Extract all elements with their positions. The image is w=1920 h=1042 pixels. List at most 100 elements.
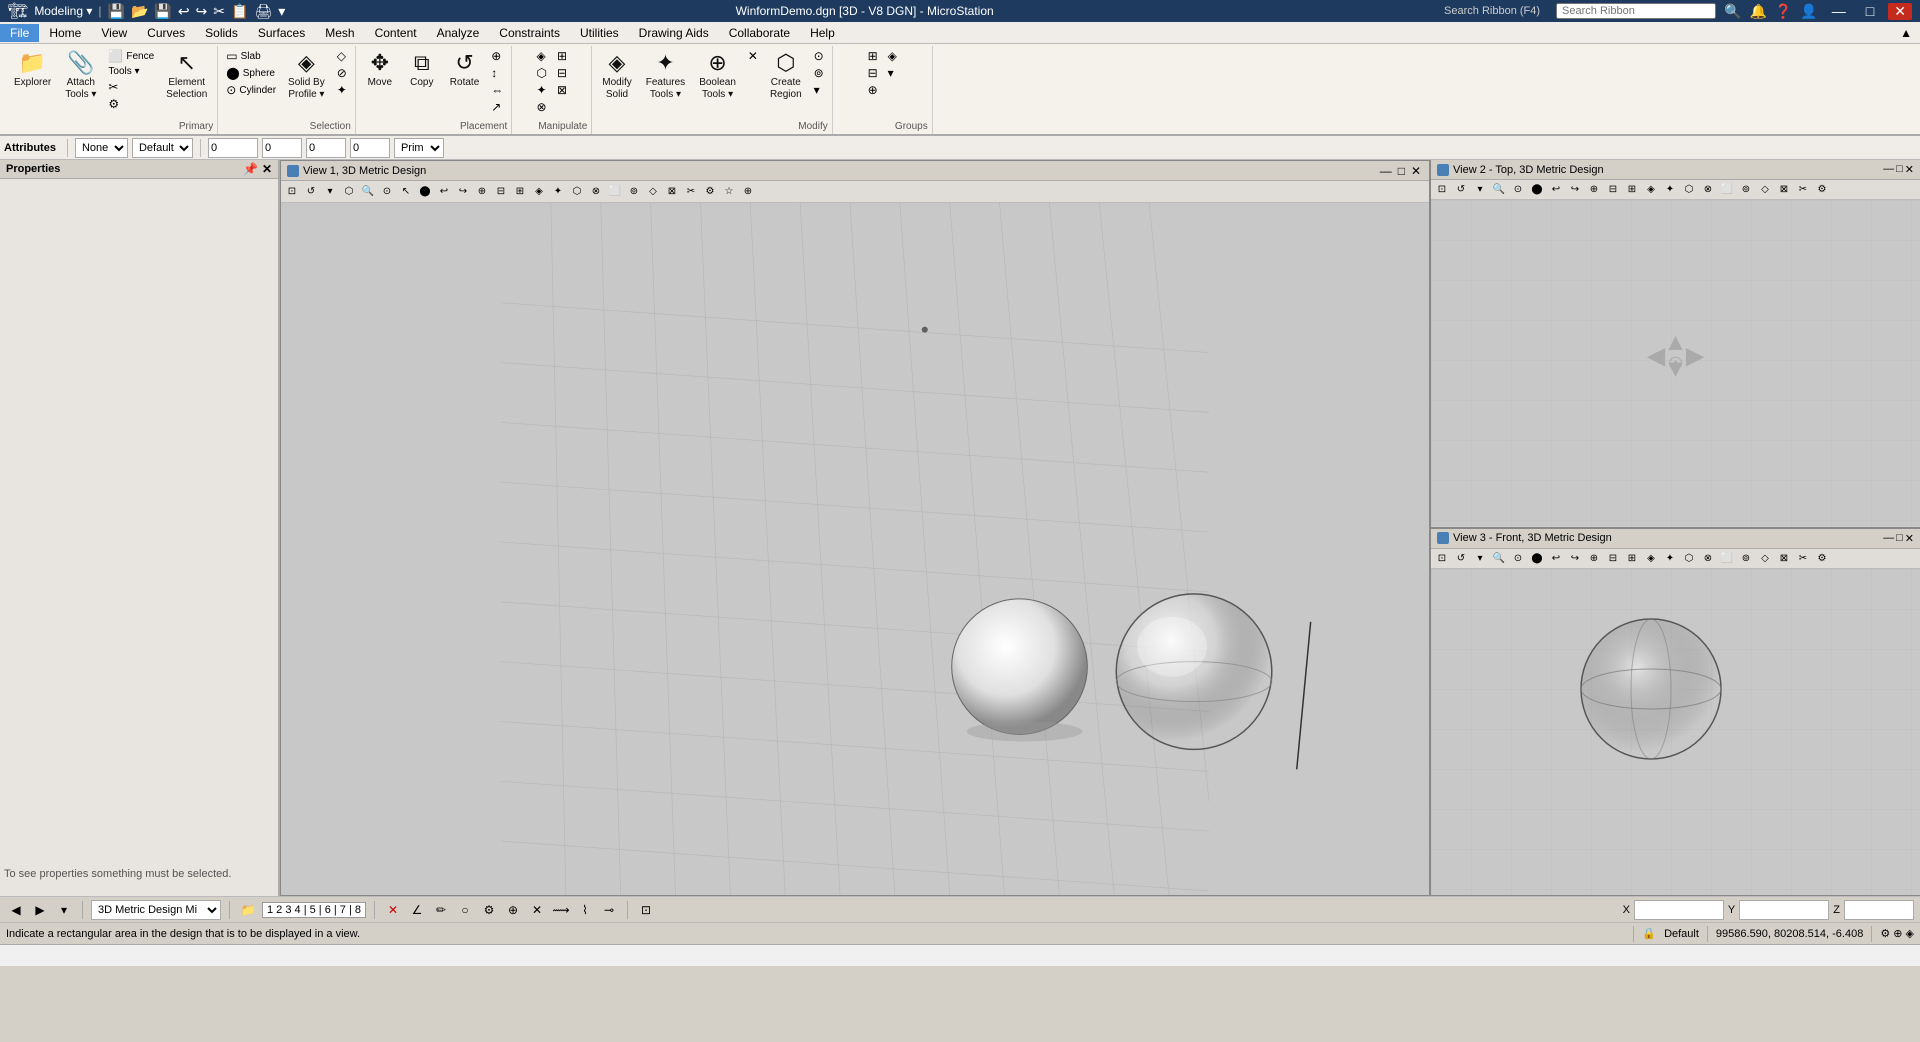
top-tb-9[interactable]: ⊕	[1585, 181, 1603, 199]
menu-utilities[interactable]: Utilities	[570, 24, 629, 42]
snap4-btn[interactable]: ⌇	[575, 900, 595, 920]
front-tb-11[interactable]: ⊞	[1623, 549, 1641, 567]
top-tb-15[interactable]: ⊗	[1699, 181, 1717, 199]
main-view-close[interactable]: ✕	[1409, 164, 1423, 178]
region-btn[interactable]: ⊡	[636, 900, 656, 920]
menu-content[interactable]: Content	[365, 24, 427, 42]
groups-sub4[interactable]: ◈	[884, 48, 901, 64]
viewport-main[interactable]: View 1, 3D Metric Design — □ ✕ ⊡ ↺ ▾ ⬡ 🔍…	[280, 160, 1430, 896]
viewport-top[interactable]: View 2 - Top, 3D Metric Design — □ ✕ ⊡ ↺…	[1431, 160, 1920, 528]
menu-constraints[interactable]: Constraints	[489, 24, 570, 42]
menu-analyze[interactable]: Analyze	[427, 24, 490, 42]
boolean-tools-btn[interactable]: ⊕ Boolean Tools ▾	[693, 48, 742, 103]
menu-curves[interactable]: Curves	[137, 24, 195, 42]
main-view-min[interactable]: —	[1378, 164, 1394, 178]
top-tb-16[interactable]: ⬜	[1718, 181, 1736, 199]
snap5-btn[interactable]: ⊸	[599, 900, 619, 920]
none-select[interactable]: None	[75, 138, 128, 158]
view-tb-18[interactable]: ⊚	[625, 183, 643, 201]
features-tools-btn[interactable]: ✦ Features Tools ▾	[640, 48, 691, 103]
solid-by-profile-btn[interactable]: ◈ Solid By Profile ▾	[282, 48, 331, 103]
sphere-btn[interactable]: ⬤ Sphere	[222, 65, 280, 81]
groups-sub2[interactable]: ⊟	[864, 65, 882, 81]
slab-btn[interactable]: ▭ Slab	[222, 48, 280, 64]
coord-input-3[interactable]	[306, 138, 346, 158]
top-tb-2[interactable]: ↺	[1452, 181, 1470, 199]
angle-btn[interactable]: ∠	[407, 900, 427, 920]
move-btn[interactable]: ✥ Move	[360, 48, 400, 91]
nav-back-btn[interactable]: ◀	[6, 900, 26, 920]
top-tb-4[interactable]: 🔍	[1490, 181, 1508, 199]
search-ribbon-input[interactable]	[1556, 3, 1716, 19]
prim-select[interactable]: Prim	[394, 138, 444, 158]
top-tb-10[interactable]: ⊟	[1604, 181, 1622, 199]
menu-surfaces[interactable]: Surfaces	[248, 24, 315, 42]
front-tb-19[interactable]: ⊠	[1775, 549, 1793, 567]
view-tb-17[interactable]: ⬜	[606, 183, 624, 201]
notification-icon[interactable]: 🔔	[1749, 3, 1766, 20]
groups-sub5[interactable]: ▾	[884, 65, 901, 81]
selection-sub2[interactable]: ⊘	[333, 65, 351, 81]
menu-help[interactable]: Help	[800, 24, 845, 42]
front-tb-10[interactable]: ⊟	[1604, 549, 1622, 567]
help-icon[interactable]: ❓	[1775, 3, 1792, 20]
top-tb-1[interactable]: ⊡	[1433, 181, 1451, 199]
menu-drawing-aids[interactable]: Drawing Aids	[629, 24, 719, 42]
top-tb-7[interactable]: ↩	[1547, 181, 1565, 199]
front-tb-7[interactable]: ↩	[1547, 549, 1565, 567]
viewport-front[interactable]: View 3 - Front, 3D Metric Design — □ ✕ ⊡…	[1431, 528, 1920, 897]
top-tb-14[interactable]: ⬡	[1680, 181, 1698, 199]
front-tb-12[interactable]: ◈	[1642, 549, 1660, 567]
view-tb-24[interactable]: ⊕	[739, 183, 757, 201]
manip-b2[interactable]: ⊟	[553, 65, 571, 81]
view-tb-16[interactable]: ⊗	[587, 183, 605, 201]
menu-view[interactable]: View	[91, 24, 137, 42]
rotate-btn[interactable]: ↺ Rotate	[444, 48, 485, 91]
view-tb-8[interactable]: ↩	[435, 183, 453, 201]
top-tb-13[interactable]: ✦	[1661, 181, 1679, 199]
top-tb-18[interactable]: ◇	[1756, 181, 1774, 199]
front-tb-6[interactable]: ⬤	[1528, 549, 1546, 567]
fence-sub2[interactable]: ⚙	[104, 96, 158, 112]
top-tb-20[interactable]: ✂	[1794, 181, 1812, 199]
view-tb-3[interactable]: ▾	[321, 183, 339, 201]
front-tb-15[interactable]: ⊗	[1699, 549, 1717, 567]
nav-history-btn[interactable]: ▾	[54, 900, 74, 920]
front-tb-4[interactable]: 🔍	[1490, 549, 1508, 567]
manip-b1[interactable]: ⊞	[553, 48, 571, 64]
top-view-restore[interactable]: □	[1896, 163, 1903, 176]
view-tb-23[interactable]: ☆	[720, 183, 738, 201]
front-tb-5[interactable]: ⊙	[1509, 549, 1527, 567]
minimize-btn[interactable]: —	[1826, 3, 1852, 19]
top-view-min[interactable]: —	[1883, 163, 1894, 176]
view-tb-11[interactable]: ⊟	[492, 183, 510, 201]
front-view-restore[interactable]: □	[1896, 532, 1903, 545]
front-tb-18[interactable]: ◇	[1756, 549, 1774, 567]
view-tb-20[interactable]: ⊠	[663, 183, 681, 201]
snap1-btn[interactable]: ⊕	[503, 900, 523, 920]
menu-home[interactable]: Home	[39, 24, 91, 42]
circle-draw-btn[interactable]: ○	[455, 900, 475, 920]
view-tb-5[interactable]: 🔍	[359, 183, 377, 201]
front-tb-2[interactable]: ↺	[1452, 549, 1470, 567]
main-viewport-canvas[interactable]	[281, 203, 1429, 895]
x-coord-input[interactable]: 99584.976	[1634, 900, 1724, 920]
properties-pin-btn[interactable]: 📌	[243, 162, 258, 176]
front-view-min[interactable]: —	[1883, 532, 1894, 545]
manip-a3[interactable]: ✦	[532, 82, 550, 98]
coord-input-1[interactable]	[208, 138, 258, 158]
view-tb-9[interactable]: ↪	[454, 183, 472, 201]
manip-sub1[interactable]: ⊕	[487, 48, 507, 64]
modify-sub1[interactable]: ⊙	[810, 48, 828, 64]
view-tb-1[interactable]: ⊡	[283, 183, 301, 201]
top-tb-21[interactable]: ⚙	[1813, 181, 1831, 199]
nav-forward-btn[interactable]: ▶	[30, 900, 50, 920]
fence-sub1[interactable]: ✂	[104, 79, 158, 95]
manip-sub3[interactable]: ⇔	[487, 82, 507, 98]
top-tb-11[interactable]: ⊞	[1623, 181, 1641, 199]
front-tb-21[interactable]: ⚙	[1813, 549, 1831, 567]
view-tb-14[interactable]: ✦	[549, 183, 567, 201]
copy-btn[interactable]: ⧉ Copy	[402, 48, 442, 91]
cross-btn[interactable]: ✕	[383, 900, 403, 920]
groups-sub3[interactable]: ⊕	[864, 82, 882, 98]
